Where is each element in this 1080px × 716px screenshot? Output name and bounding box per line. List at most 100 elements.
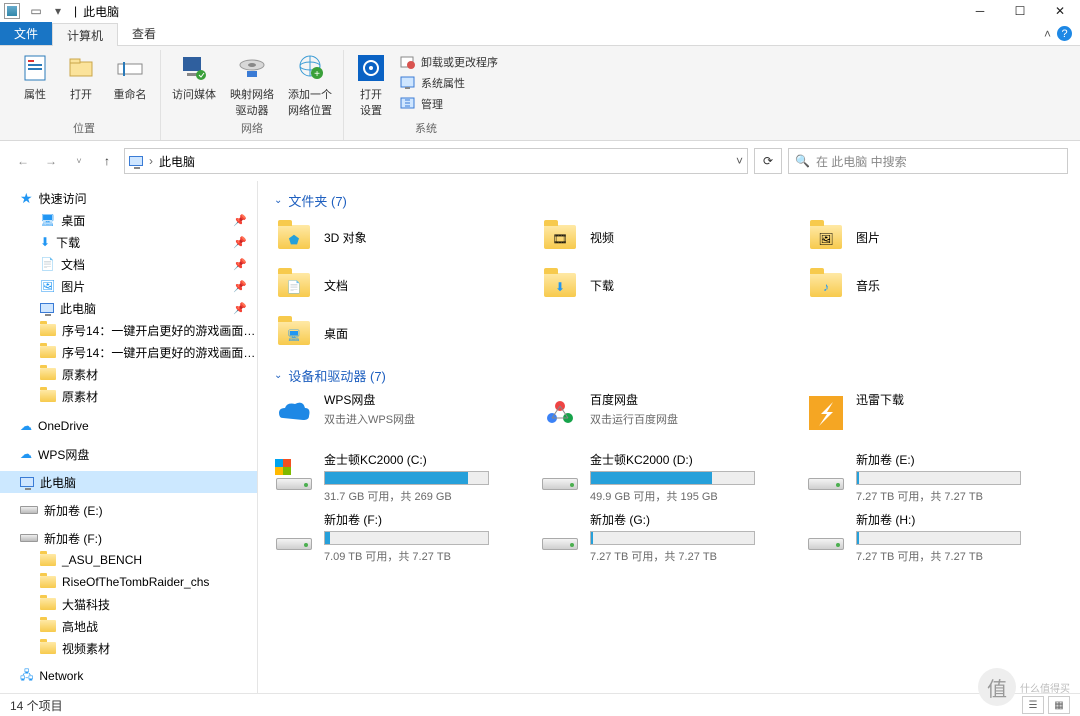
nav-forward-button[interactable]: → [40,150,62,172]
sidebar-this-pc[interactable]: 此电脑 [0,471,257,493]
close-button[interactable]: ✕ [1040,0,1080,22]
open-label: 打开 [70,86,92,102]
tab-view[interactable]: 查看 [118,22,170,45]
sidebar-asu[interactable]: _ASU_BENCH [0,549,257,571]
title-bar: ▭ ▾ | 此电脑 ─ ☐ ✕ [0,0,1080,22]
sidebar-documents[interactable]: 📄文档📌 [0,253,257,275]
sidebar-vol-f[interactable]: 新加卷 (F:) [0,527,257,549]
drive-wps[interactable]: WPS网盘双击进入WPS网盘 [274,391,532,445]
tab-computer[interactable]: 计算机 [52,23,118,46]
access-media-label: 访问媒体 [172,86,216,102]
properties-button[interactable]: 属性 [14,50,56,118]
manage-button[interactable]: 管理 [396,94,502,114]
manage-label: 管理 [421,96,443,112]
nav-up-button[interactable]: ↑ [96,150,118,172]
address-dropdown-icon[interactable]: ˅ [736,154,743,168]
folder-3d-objects[interactable]: ⬟3D 对象 [274,216,532,258]
uninstall-button[interactable]: 卸载或更改程序 [396,52,502,72]
properties-label: 属性 [24,86,46,102]
drive-sub: 双击运行百度网盘 [590,411,798,427]
drive-xunlei[interactable]: 迅雷下载 [806,391,1064,445]
sidebar-label: 桌面 [61,212,85,229]
add-location-button[interactable]: + 添加一个 网络位置 [283,50,337,118]
title-sep: | [74,4,77,18]
folder-videos[interactable]: 🎞视频 [540,216,798,258]
ribbon-collapse-icon[interactable]: ˄ [1044,27,1051,41]
add-location-label: 添加一个 网络位置 [288,86,332,118]
drive-icon [20,534,38,542]
folder-desktop[interactable]: 🖥桌面 [274,312,532,354]
folder-music[interactable]: ♪音乐 [806,264,1064,306]
search-input[interactable]: 🔍 在 此电脑 中搜索 [788,148,1068,174]
sidebar-label: OneDrive [38,419,89,433]
folder-documents[interactable]: 📄文档 [274,264,532,306]
watermark: 值 什么值得买 [978,668,1070,706]
open-button[interactable]: 打开 [60,50,102,118]
sidebar-raw2[interactable]: 原素材 [0,385,257,407]
wps-icon: ☁ [20,447,32,461]
folder-pictures[interactable]: 🖼图片 [806,216,1064,258]
status-items: 14 个项目 [10,697,63,714]
desktop-icon: 🖥 [40,213,55,227]
open-settings-button[interactable]: 打开 设置 [350,50,392,118]
content-pane: ⌄ 文件夹 (7) ⬟3D 对象 🎞视频 🖼图片 📄文档 ⬇下载 ♪音乐 🖥桌面… [258,181,1080,693]
sidebar-raw1[interactable]: 原素材 [0,363,257,385]
drive-e[interactable]: 新加卷 (E:) 7.27 TB 可用，共 7.27 TB [806,451,1064,505]
uninstall-label: 卸载或更改程序 [421,54,498,70]
sidebar-pictures[interactable]: 🖼图片📌 [0,275,257,297]
drive-icon [540,451,580,495]
rename-button[interactable]: 重命名 [106,50,154,118]
sidebar-video-raw[interactable]: 视频素材 [0,637,257,659]
sidebar-gaodi[interactable]: 高地战 [0,615,257,637]
map-drive-button[interactable]: 映射网络 驱动器 [225,50,279,118]
breadcrumb[interactable]: 此电脑 [159,153,195,170]
drive-g[interactable]: 新加卷 (G:) 7.27 TB 可用，共 7.27 TB [540,511,798,565]
drive-f[interactable]: 新加卷 (F:) 7.09 TB 可用，共 7.27 TB [274,511,532,565]
folder-icon: 🖼 [806,217,846,257]
usage-bar [324,531,489,545]
sidebar-rise[interactable]: RiseOfTheTombRaider_chs [0,571,257,593]
sidebar-desktop[interactable]: 🖥桌面📌 [0,209,257,231]
sidebar-vol-e[interactable]: 新加卷 (E:) [0,499,257,521]
sidebar-network[interactable]: 🖧Network [0,665,257,687]
nav-recent-button[interactable]: ˅ [68,150,90,172]
qat-props-icon[interactable]: ▭ [26,1,46,21]
section-folders-header[interactable]: ⌄ 文件夹 (7) [274,191,1064,210]
thispc-icon [129,156,143,166]
sidebar-wps[interactable]: ☁WPS网盘 [0,443,257,465]
drive-h[interactable]: 新加卷 (H:) 7.27 TB 可用，共 7.27 TB [806,511,1064,565]
status-bar: 14 个项目 ☰ ▦ [0,693,1080,716]
drive-d[interactable]: 金士顿KC2000 (D:) 49.9 GB 可用，共 195 GB [540,451,798,505]
help-icon[interactable]: ? [1057,26,1072,41]
sidebar-quick-access[interactable]: ★快速访问 [0,187,257,209]
sidebar-seq14a[interactable]: 序号14：一键开启更好的游戏画面，别说我没告诉 [0,319,257,341]
drive-c[interactable]: 金士顿KC2000 (C:) 31.7 GB 可用，共 269 GB [274,451,532,505]
usage-bar [856,531,1021,545]
drive-sub: 7.27 TB 可用，共 7.27 TB [856,488,1064,504]
sidebar-damao[interactable]: 大猫科技 [0,593,257,615]
maximize-button[interactable]: ☐ [1000,0,1040,22]
sidebar-label: 快速访问 [39,190,87,207]
sidebar-this-pc-qa[interactable]: 此电脑📌 [0,297,257,319]
sidebar-onedrive[interactable]: ☁OneDrive [0,415,257,437]
qat-dropdown-icon[interactable]: ▾ [48,1,68,21]
sidebar-seq14b[interactable]: 序号14：一键开启更好的游戏画面，别说我没告诉 [0,341,257,363]
minimize-button[interactable]: ─ [960,0,1000,22]
search-icon: 🔍 [795,154,810,168]
wps-drive-icon [274,391,314,435]
folder-label: 文档 [324,277,348,294]
sidebar-downloads[interactable]: ⬇下载📌 [0,231,257,253]
pin-icon: 📌 [233,302,247,315]
sys-properties-button[interactable]: 系统属性 [396,73,502,93]
drive-baidu[interactable]: 百度网盘双击运行百度网盘 [540,391,798,445]
nav-back-button[interactable]: ← [12,150,34,172]
address-bar[interactable]: › 此电脑 ˅ [124,148,748,174]
monitor-icon [20,477,34,487]
tab-file[interactable]: 文件 [0,22,52,45]
refresh-button[interactable]: ⟳ [754,148,782,174]
folder-downloads[interactable]: ⬇下载 [540,264,798,306]
section-drives-header[interactable]: ⌄ 设备和驱动器 (7) [274,366,1064,385]
drive-name: 新加卷 (G:) [590,511,798,528]
access-media-button[interactable]: 访问媒体 [167,50,221,118]
main-area: ★快速访问 🖥桌面📌 ⬇下载📌 📄文档📌 🖼图片📌 此电脑📌 序号14：一键开启… [0,181,1080,693]
